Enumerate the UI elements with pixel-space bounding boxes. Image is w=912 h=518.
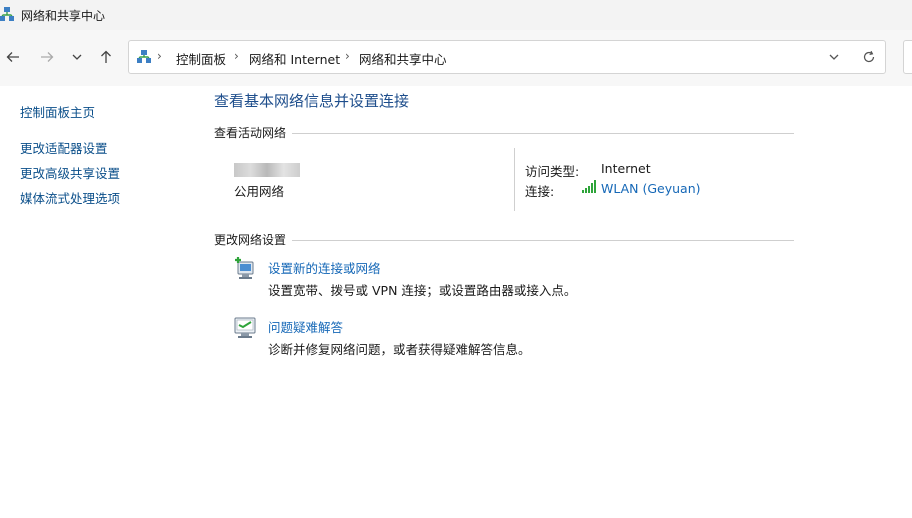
- control-panel-icon: [137, 50, 151, 63]
- network-name-redacted: [234, 163, 300, 177]
- setup-connection-description: 设置宽带、拨号或 VPN 连接；或设置路由器或接入点。: [268, 283, 577, 298]
- new-connection-icon: [235, 257, 254, 279]
- vertical-divider: [514, 148, 515, 211]
- sidebar-item-control-panel-home[interactable]: 控制面板主页: [20, 102, 95, 121]
- arrow-up-icon: [101, 50, 111, 63]
- wifi-signal-icon: [582, 180, 596, 193]
- divider: [292, 133, 794, 134]
- access-type-label: 访问类型:: [525, 164, 580, 179]
- address-history-button[interactable]: [821, 44, 847, 70]
- up-button[interactable]: [93, 44, 119, 70]
- refresh-icon: [863, 50, 875, 63]
- change-settings-heading: 更改网络设置: [214, 233, 287, 247]
- setup-connection-link[interactable]: 设置新的连接或网络: [268, 258, 381, 277]
- sidebar-item-advanced-sharing[interactable]: 更改高级共享设置: [20, 163, 120, 182]
- breadcrumb-item-network-sharing-center[interactable]: 网络和共享中心: [359, 49, 447, 68]
- breadcrumb-separator: ›: [157, 49, 162, 63]
- sidebar-item-media-streaming[interactable]: 媒体流式处理选项: [20, 188, 120, 207]
- troubleshoot-link[interactable]: 问题疑难解答: [268, 317, 343, 336]
- sidebar-item-adapter-settings[interactable]: 更改适配器设置: [20, 138, 108, 157]
- divider: [292, 240, 794, 241]
- connection-label: 连接:: [525, 184, 555, 199]
- network-type-label: 公用网络: [234, 184, 285, 199]
- window-title: 网络和共享中心: [21, 9, 106, 23]
- connection-link[interactable]: WLAN (Geyuan): [601, 181, 701, 196]
- active-networks-heading: 查看活动网络: [214, 126, 287, 140]
- breadcrumb-item-network-internet[interactable]: 网络和 Internet: [249, 49, 340, 68]
- breadcrumb-separator: ›: [234, 49, 239, 63]
- chevron-down-icon: [72, 54, 82, 60]
- address-bar[interactable]: [128, 40, 886, 74]
- arrow-right-icon: [41, 52, 54, 62]
- title-bar: [0, 0, 912, 30]
- page-title: 查看基本网络信息并设置连接: [214, 92, 410, 110]
- refresh-button[interactable]: [856, 44, 882, 70]
- troubleshoot-description: 诊断并修复网络问题，或者获得疑难解答信息。: [268, 342, 531, 357]
- troubleshoot-icon: [234, 317, 256, 338]
- network-center-icon: [0, 7, 14, 21]
- access-type-value: Internet: [601, 161, 651, 176]
- breadcrumb-item-control-panel[interactable]: 控制面板: [176, 49, 226, 68]
- recent-locations-button[interactable]: [64, 44, 90, 70]
- breadcrumb-separator: ›: [345, 49, 350, 63]
- search-input[interactable]: [903, 40, 912, 74]
- chevron-down-icon: [829, 54, 839, 60]
- back-button[interactable]: [0, 44, 26, 70]
- arrow-left-icon: [6, 52, 19, 62]
- forward-button[interactable]: [34, 44, 60, 70]
